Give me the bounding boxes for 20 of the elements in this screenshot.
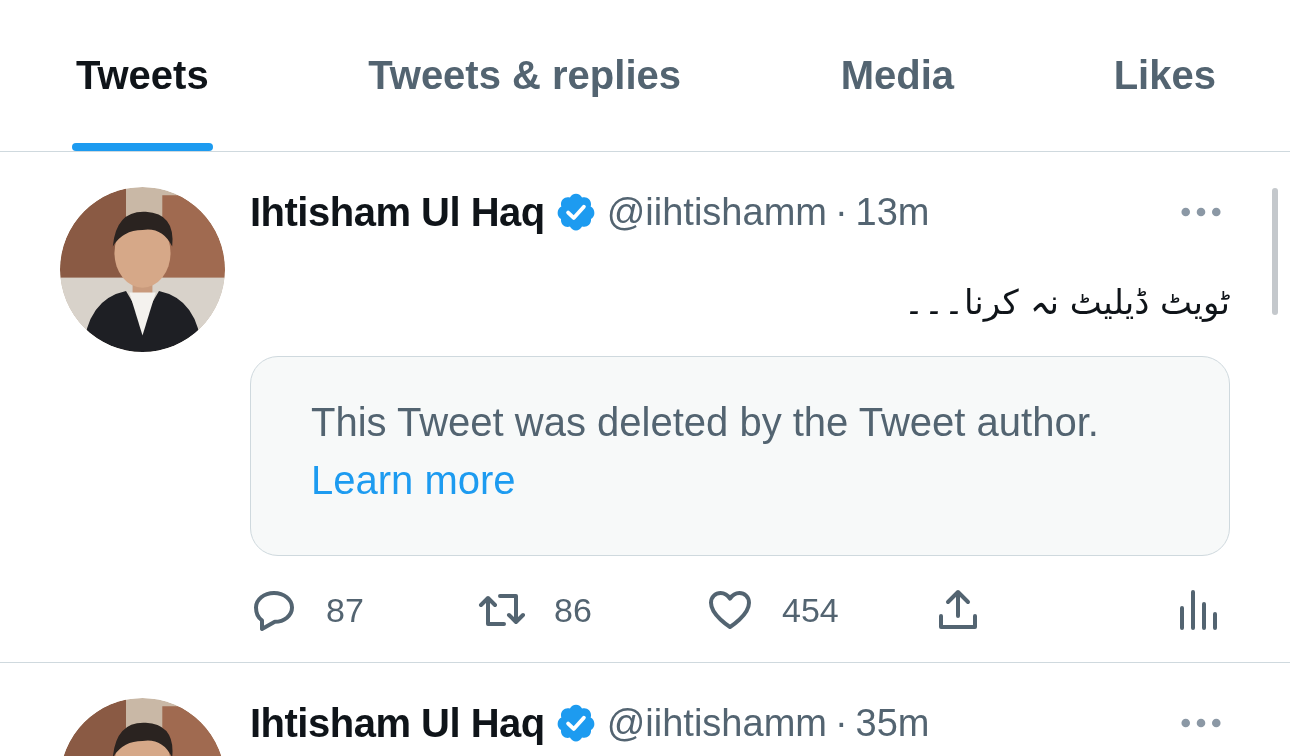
profile-tab[interactable]: Tweets (72, 0, 213, 151)
notice-text: This Tweet was deleted by the Tweet author. Learn more (311, 399, 1099, 504)
author-name[interactable]: Ihtisham Ul Haq (250, 189, 545, 235)
separator-dot: · (834, 701, 848, 745)
profile-tab[interactable]: Tweets & replies (364, 0, 685, 151)
action-count: 87 (326, 590, 364, 630)
action-count: 454 (782, 590, 839, 630)
tweet-time[interactable]: 35m (855, 701, 930, 745)
tweet-text: ٹویٹ ڈیلیٹ نہ کرنا۔۔۔ (903, 282, 1230, 322)
action-count: 86 (554, 590, 592, 630)
scrollbar[interactable] (1272, 188, 1278, 315)
separator-dot: · (834, 190, 848, 234)
more-icon[interactable] (1180, 717, 1222, 729)
author-name[interactable]: Ihtisham Ul Haq (250, 700, 545, 746)
profile-tab[interactable]: Likes (1109, 0, 1220, 151)
author-handle[interactable]: @iihtishamm (606, 190, 827, 234)
tweet-time[interactable]: 13m (855, 190, 930, 234)
author-handle[interactable]: @iihtishamm (606, 701, 827, 745)
more-icon[interactable] (1180, 206, 1222, 218)
profile-tab[interactable]: Media (836, 0, 959, 151)
